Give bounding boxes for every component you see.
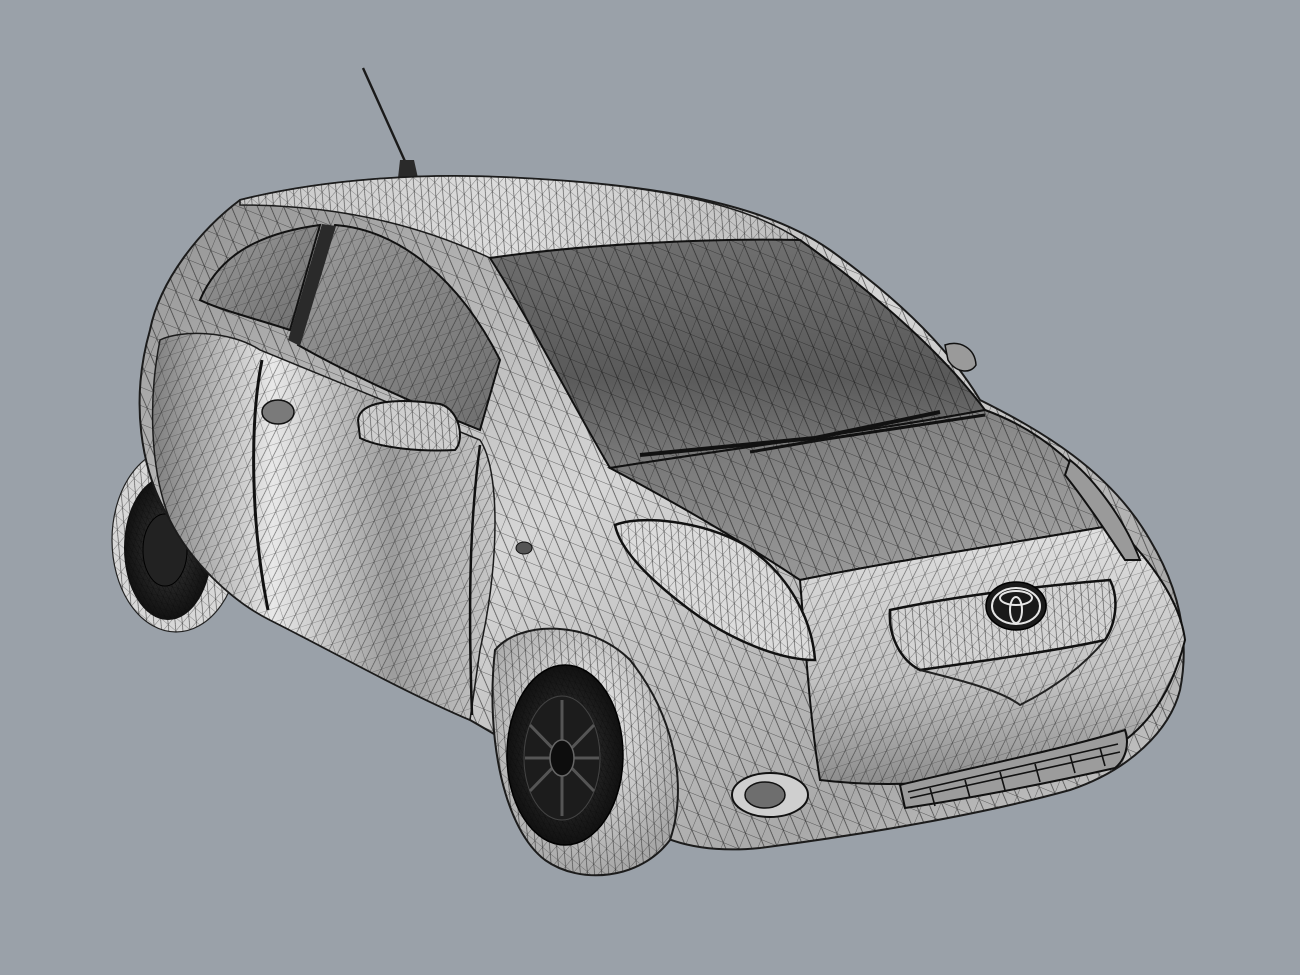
3d-viewport[interactable] bbox=[0, 0, 1300, 975]
car-wireframe-render bbox=[111, 67, 1187, 877]
antenna bbox=[361, 67, 418, 178]
toyota-emblem-icon bbox=[985, 581, 1047, 631]
